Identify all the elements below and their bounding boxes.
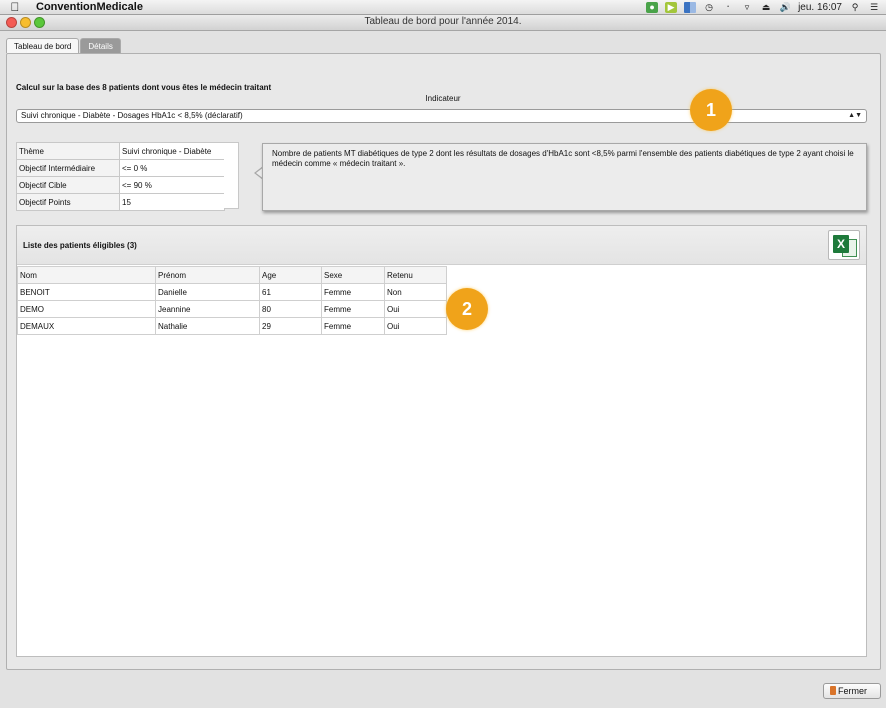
info-key: Objectif Intermédiaire	[16, 159, 120, 177]
cell-sexe: Femme	[321, 300, 385, 318]
table-row[interactable]: DEMAUX Nathalie 29 Femme Oui	[17, 317, 447, 335]
window-title: Tableau de bord pour l'année 2014.	[364, 16, 522, 27]
cell-retenu: Oui	[384, 317, 447, 335]
cell-prenom: Danielle	[155, 283, 260, 301]
indicator-info-table: Thème Suivi chronique - Diabète Objectif…	[16, 142, 225, 211]
cell-prenom: Nathalie	[155, 317, 260, 335]
column-header-sexe[interactable]: Sexe	[321, 266, 385, 284]
callout-badge-2: 2	[446, 288, 488, 330]
bluetooth-icon[interactable]: ᛫	[722, 2, 734, 13]
excel-icon: X	[833, 235, 849, 253]
cell-nom: BENOIT	[17, 283, 156, 301]
indicator-label: Indicateur	[425, 94, 461, 103]
info-table-extra-column	[224, 142, 239, 209]
excel-export-button[interactable]: X	[828, 230, 860, 260]
table-row[interactable]: DEMO Jeannine 80 Femme Oui	[17, 300, 447, 318]
cell-retenu: Oui	[384, 300, 447, 318]
table-row: Objectif Intermédiaire <= 0 %	[16, 159, 225, 177]
menu-bar:  ConventionMedicale ● ▶ ◷ ᛫ ▿ ⏏ 🔊 jeu. …	[0, 0, 886, 15]
tab-details[interactable]: Détails	[80, 38, 121, 53]
app-status-icon[interactable]: ●	[646, 2, 659, 13]
cell-sexe: Femme	[321, 317, 385, 335]
cell-age: 29	[259, 317, 322, 335]
cell-prenom: Jeannine	[155, 300, 260, 318]
calculation-basis-label: Calcul sur la base des 8 patients dont v…	[16, 83, 272, 92]
menu-clock[interactable]: jeu. 16:07	[798, 2, 842, 13]
close-button-label: Fermer	[838, 686, 867, 696]
patients-table: Nom Prénom Age Sexe Retenu BENOIT Daniel…	[17, 266, 447, 335]
indicator-description: Nombre de patients MT diabétiques de typ…	[262, 143, 867, 211]
table-header-row: Nom Prénom Age Sexe Retenu	[17, 266, 447, 284]
cell-age: 61	[259, 283, 322, 301]
cell-nom: DEMO	[17, 300, 156, 318]
indicator-select[interactable]: Suivi chronique - Diabète - Dosages HbA1…	[16, 109, 867, 123]
table-row: Thème Suivi chronique - Diabète	[16, 142, 225, 160]
cell-age: 80	[259, 300, 322, 318]
time-machine-icon[interactable]: ◷	[703, 2, 715, 13]
info-key: Thème	[16, 142, 120, 160]
play-icon[interactable]: ▶	[665, 2, 678, 13]
window-title-bar: Tableau de bord pour l'année 2014.	[0, 15, 886, 31]
notification-center-icon[interactable]: ☰	[868, 2, 880, 13]
table-row: Objectif Cible <= 90 %	[16, 176, 225, 194]
eject-icon[interactable]: ⏏	[760, 2, 772, 13]
volume-icon[interactable]: 🔊	[779, 2, 791, 13]
eligible-patients-header: Liste des patients éligibles (3) X	[17, 226, 866, 265]
menu-bar-extras: ● ▶ ◷ ᛫ ▿ ⏏ 🔊 jeu. 16:07 ⚲ ☰	[646, 0, 880, 15]
tab-bar: Tableau de bord Détails	[6, 38, 122, 53]
info-value: <= 0 %	[119, 159, 225, 177]
eligible-patients-title: Liste des patients éligibles (3)	[23, 241, 137, 250]
eligible-patients-section: Liste des patients éligibles (3) X Nom P…	[16, 225, 867, 657]
column-header-prenom[interactable]: Prénom	[155, 266, 260, 284]
tab-tableau-de-bord[interactable]: Tableau de bord	[6, 38, 80, 53]
info-key: Objectif Cible	[16, 176, 120, 194]
info-key: Objectif Points	[16, 193, 120, 211]
door-exit-icon	[830, 686, 836, 695]
apple-icon[interactable]: 	[0, 0, 30, 14]
column-header-age[interactable]: Age	[259, 266, 322, 284]
cell-sexe: Femme	[321, 283, 385, 301]
app-name-menu[interactable]: ConventionMedicale	[36, 1, 143, 13]
info-value: 15	[119, 193, 225, 211]
table-row: Objectif Points 15	[16, 193, 225, 211]
select-arrows-icon: ▲▼	[848, 112, 862, 119]
close-button[interactable]: Fermer	[823, 683, 881, 699]
info-value: Suivi chronique - Diabète	[119, 142, 225, 160]
indicator-selected-value: Suivi chronique - Diabète - Dosages HbA1…	[21, 111, 243, 120]
cell-nom: DEMAUX	[17, 317, 156, 335]
column-header-retenu[interactable]: Retenu	[384, 266, 447, 284]
grid-icon[interactable]	[684, 2, 697, 13]
table-row[interactable]: BENOIT Danielle 61 Femme Non	[17, 283, 447, 301]
wifi-icon[interactable]: ▿	[741, 2, 753, 13]
info-value: <= 90 %	[119, 176, 225, 194]
callout-badge-1: 1	[690, 89, 732, 131]
column-header-nom[interactable]: Nom	[17, 266, 156, 284]
spotlight-icon[interactable]: ⚲	[849, 2, 861, 13]
cell-retenu: Non	[384, 283, 447, 301]
